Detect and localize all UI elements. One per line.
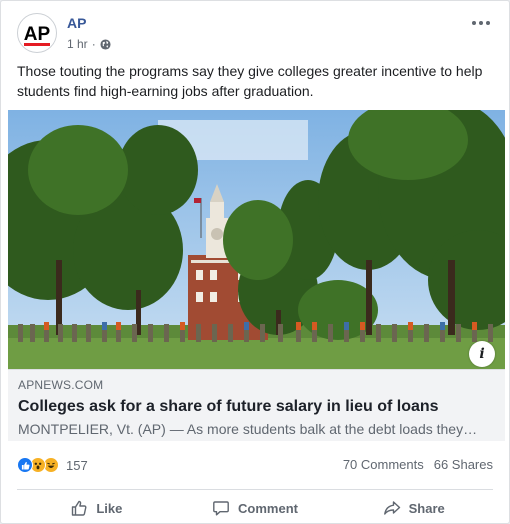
like-label: Like bbox=[96, 500, 123, 516]
more-dot bbox=[479, 21, 483, 25]
comments-count[interactable]: 70 Comments bbox=[343, 457, 424, 472]
link-preview[interactable]: APNEWS.COM Colleges ask for a share of f… bbox=[8, 369, 505, 441]
more-dot bbox=[472, 21, 476, 25]
reaction-count: 157 bbox=[66, 457, 88, 473]
campus-photo bbox=[8, 110, 505, 369]
share-button[interactable]: Share bbox=[334, 493, 493, 523]
post-header: AP AP 1 hr · bbox=[17, 13, 497, 57]
share-arrow-icon bbox=[383, 501, 400, 515]
post-meta: 1 hr · bbox=[67, 37, 111, 51]
link-image[interactable]: i bbox=[8, 110, 505, 369]
like-reaction-icon bbox=[17, 457, 33, 473]
info-icon[interactable]: i bbox=[469, 341, 495, 367]
engagement-counts: 70 Comments 66 Shares bbox=[343, 457, 493, 472]
share-label: Share bbox=[408, 500, 445, 516]
thumbs-up-icon bbox=[72, 500, 87, 516]
comment-label: Comment bbox=[238, 500, 298, 516]
link-domain: APNEWS.COM bbox=[18, 378, 104, 392]
post-timestamp[interactable]: 1 hr bbox=[67, 37, 88, 51]
reactions-summary[interactable]: 157 bbox=[17, 457, 88, 473]
post-card: AP AP 1 hr · Those touting the programs … bbox=[0, 0, 510, 524]
post-text: Those touting the programs say they give… bbox=[17, 63, 483, 99]
link-description: MONTPELIER, Vt. (AP) — As more students … bbox=[18, 421, 478, 437]
comment-button[interactable]: Comment bbox=[176, 493, 335, 523]
avatar[interactable]: AP bbox=[17, 13, 57, 53]
page-name[interactable]: AP bbox=[67, 15, 86, 31]
meta-separator: · bbox=[91, 37, 96, 51]
svg-text:AP: AP bbox=[24, 24, 51, 45]
globe-icon bbox=[100, 38, 111, 50]
link-headline[interactable]: Colleges ask for a share of future salar… bbox=[18, 398, 495, 416]
comment-bubble-icon bbox=[213, 501, 229, 516]
more-dot bbox=[486, 21, 490, 25]
more-horizontal-icon[interactable] bbox=[469, 15, 493, 31]
post-actions: Like Comment Share bbox=[17, 493, 493, 523]
shares-count[interactable]: 66 Shares bbox=[434, 457, 493, 472]
ap-logo: AP bbox=[20, 16, 54, 50]
post-stats: 157 70 Comments 66 Shares bbox=[17, 453, 493, 477]
actions-divider bbox=[17, 489, 493, 490]
like-button[interactable]: Like bbox=[17, 493, 176, 523]
